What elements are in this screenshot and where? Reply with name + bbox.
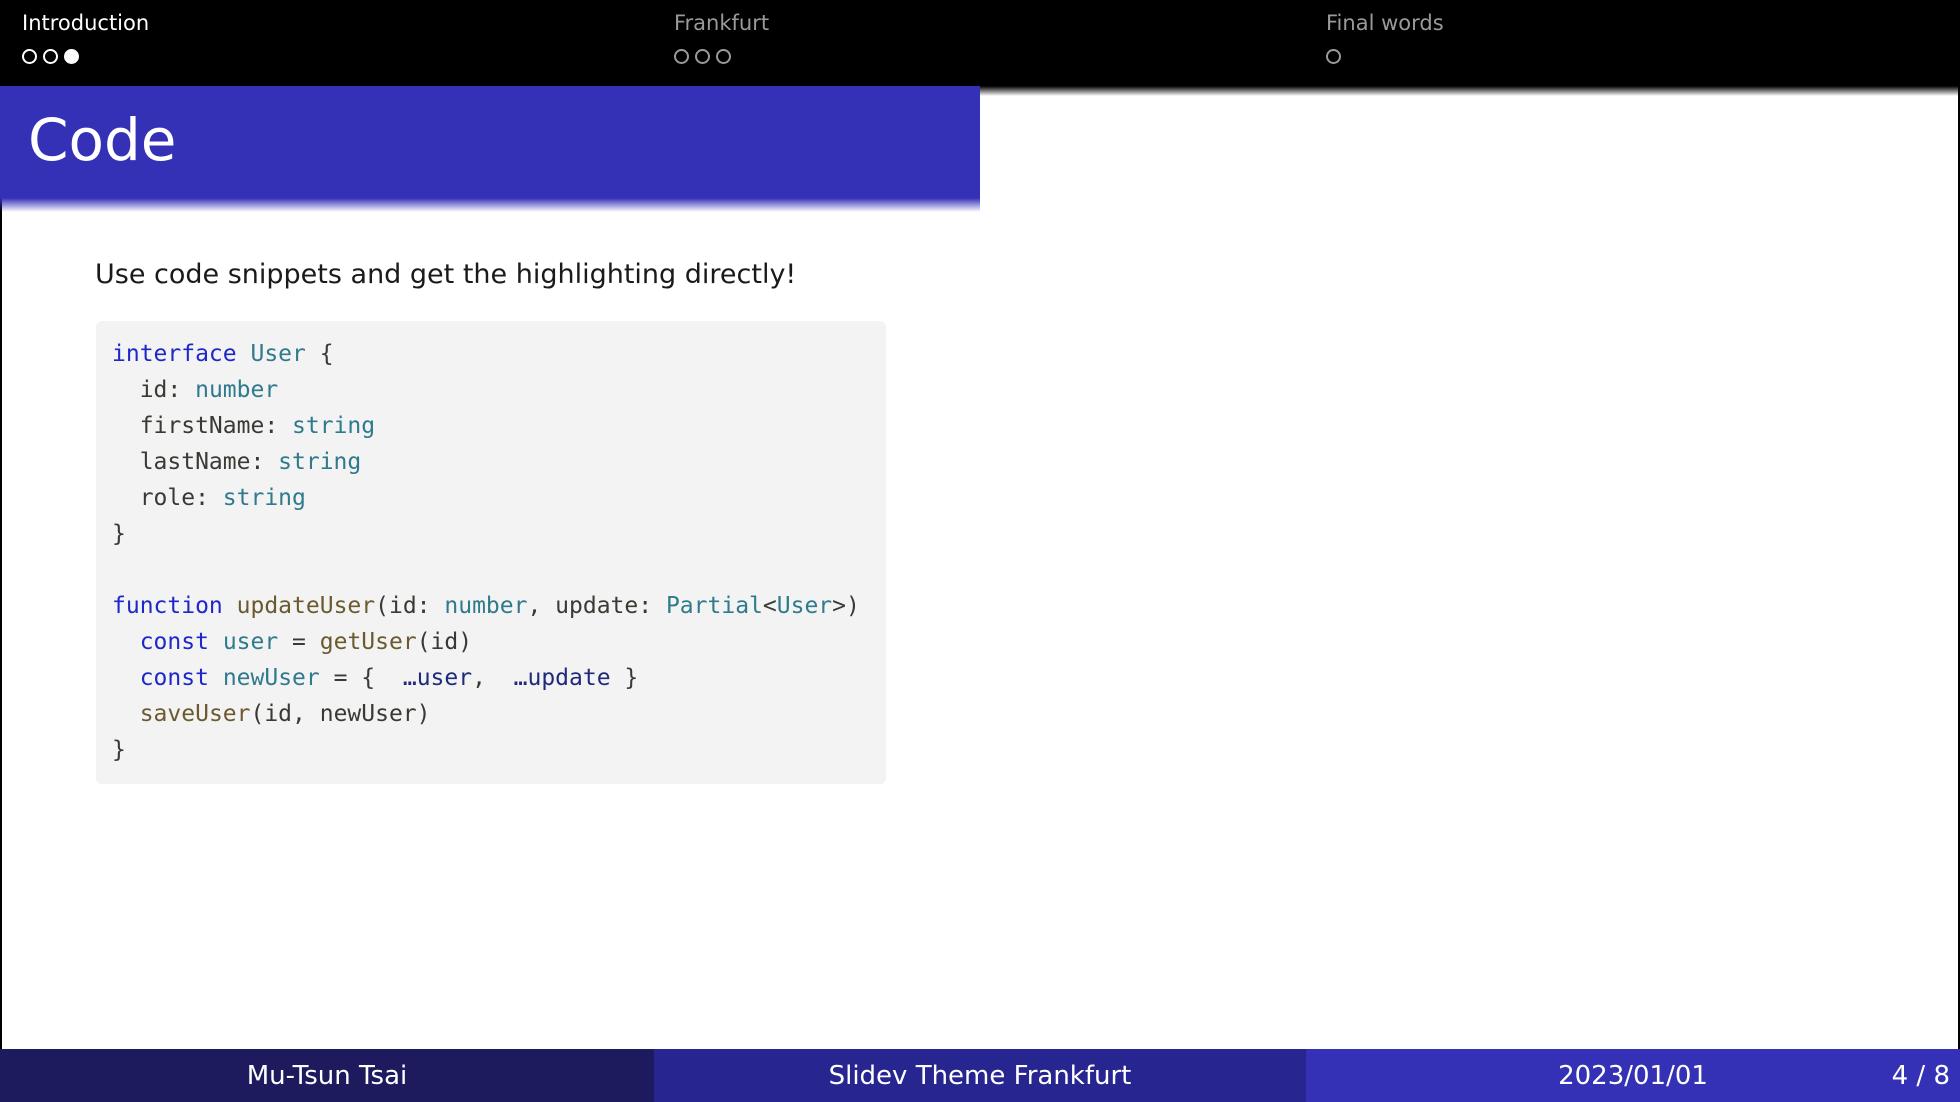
- footer: Mu-Tsun Tsai Slidev Theme Frankfurt 2023…: [0, 1049, 1960, 1102]
- code-token: user: [222, 629, 279, 655]
- code-token: = {: [319, 665, 403, 691]
- slide: Introduction Frankfurt Final words Code …: [0, 0, 1960, 1102]
- code-line: const user = getUser(id): [112, 624, 886, 660]
- code-token: …user: [402, 665, 473, 691]
- code-token: id:: [112, 377, 196, 403]
- slide-dot[interactable]: [22, 49, 37, 64]
- code-token: string: [222, 485, 306, 511]
- section-navigation-bar: Introduction Frankfurt Final words: [0, 0, 1960, 86]
- nav-section-frankfurt[interactable]: Frankfurt: [674, 8, 769, 78]
- slide-dot[interactable]: [674, 49, 689, 64]
- footer-presentation-title: Slidev Theme Frankfurt: [654, 1049, 1306, 1102]
- code-line: function updateUser(id: number, update: …: [112, 588, 886, 624]
- code-token: lastName:: [112, 449, 279, 475]
- code-token: (id): [416, 629, 473, 655]
- code-line: lastName: string: [112, 444, 886, 480]
- code-line: }: [112, 732, 886, 768]
- code-token: >): [832, 593, 860, 619]
- slide-dots: [22, 49, 149, 64]
- code-token: {: [305, 341, 334, 367]
- slide-dot[interactable]: [695, 49, 710, 64]
- code-line: const newUser = { …user, …update }: [112, 660, 886, 696]
- slide-border-left: [0, 86, 2, 1049]
- slide-dot[interactable]: [716, 49, 731, 64]
- slide-dots: [1326, 49, 1444, 64]
- code-token: interface: [112, 341, 237, 367]
- code-token: const: [139, 629, 209, 655]
- slide-dots: [674, 49, 769, 64]
- code-token: updateUser: [236, 593, 376, 619]
- code-token: role:: [112, 485, 223, 511]
- code-token: const: [139, 665, 209, 691]
- code-token: firstName:: [112, 413, 293, 439]
- code-line: firstName: string: [112, 408, 886, 444]
- code-token: getUser: [319, 629, 417, 655]
- code-token: =: [278, 629, 320, 655]
- code-token: …update: [513, 665, 611, 691]
- code-token: (id:: [375, 593, 445, 619]
- nav-section-title: Frankfurt: [674, 11, 770, 35]
- nav-section-introduction[interactable]: Introduction: [22, 8, 149, 78]
- code-line: role: string: [112, 480, 886, 516]
- code-token: string: [292, 413, 376, 439]
- code-token: }: [112, 521, 126, 547]
- intro-text: Use code snippets and get the highlighti…: [95, 259, 797, 290]
- code-line: }: [112, 516, 886, 552]
- slide-title: Code: [28, 106, 177, 174]
- code-token: newUser: [222, 665, 320, 691]
- code-line: id: number: [112, 372, 886, 408]
- code-token: function: [112, 593, 223, 619]
- nav-section-title: Introduction: [22, 11, 150, 35]
- code-token: (id, newUser): [250, 701, 431, 727]
- slide-dot[interactable]: [43, 49, 58, 64]
- code-token: string: [278, 449, 362, 475]
- page-number: 4 / 8: [1891, 1060, 1950, 1091]
- code-line: interface User {: [112, 336, 886, 372]
- current-slide-dot[interactable]: [64, 49, 79, 64]
- slide-dot[interactable]: [1326, 49, 1341, 64]
- code-token: number: [444, 593, 528, 619]
- code-token: , update:: [527, 593, 666, 619]
- code-token: User: [250, 341, 306, 367]
- nav-section-final-words[interactable]: Final words: [1326, 8, 1444, 78]
- code-token: ,: [472, 665, 514, 691]
- code-token: number: [195, 377, 279, 403]
- title-band-fade: [0, 198, 980, 212]
- code-block: interface User { id: number firstName: s…: [96, 321, 886, 784]
- code-line: saveUser(id, newUser): [112, 696, 886, 732]
- code-token: }: [112, 737, 126, 763]
- footer-author: Mu-Tsun Tsai: [0, 1049, 654, 1102]
- code-token: <: [762, 593, 777, 619]
- nav-section-title: Final words: [1326, 11, 1444, 35]
- footer-date: 2023/01/01: [1306, 1049, 1960, 1102]
- code-token: Partial: [665, 593, 763, 619]
- code-token: saveUser: [139, 701, 251, 727]
- code-token: User: [776, 593, 833, 619]
- code-token: }: [610, 665, 639, 691]
